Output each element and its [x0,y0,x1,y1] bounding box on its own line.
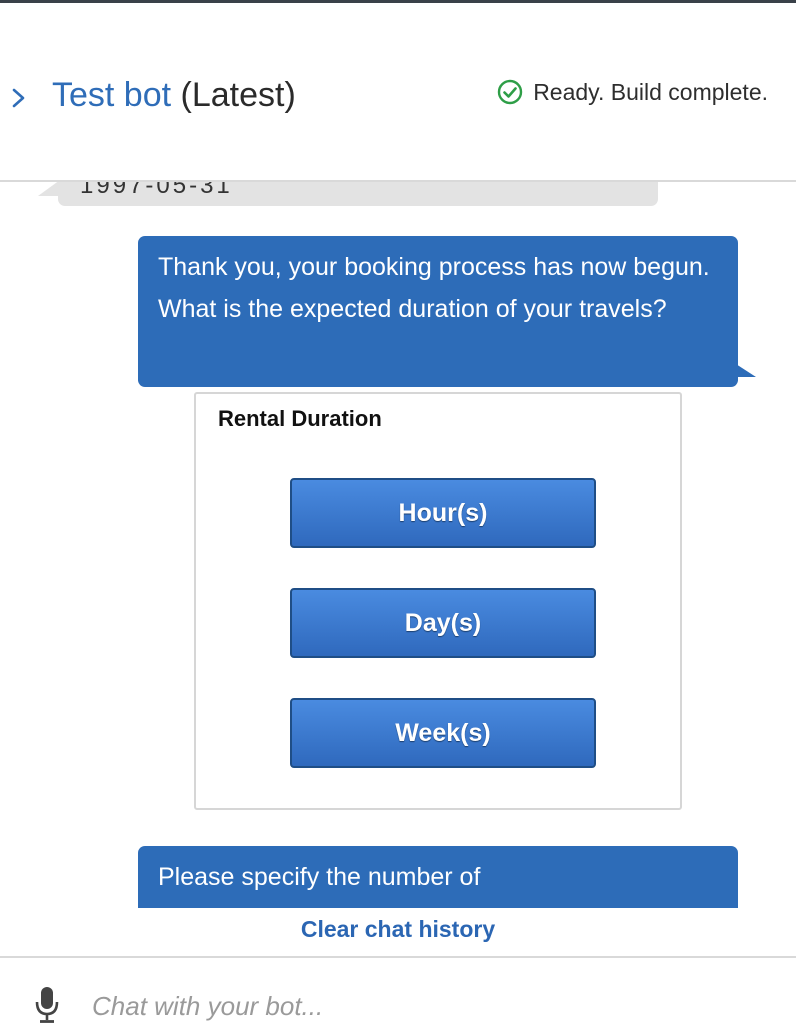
clear-chat-history-link[interactable]: Clear chat history [0,916,796,943]
chat-transcript[interactable]: 1997-05-31 Thank you, your booking proce… [0,182,796,908]
bot-message-text: Thank you, your booking process has now … [158,253,710,323]
check-circle-icon [497,79,523,105]
option-button-hours[interactable]: Hour(s) [290,478,596,548]
panel-title: Test bot (Latest) [52,73,296,117]
response-card-title: Rental Duration [218,406,382,431]
option-button-days[interactable]: Day(s) [290,588,596,658]
bot-name: Test bot [52,76,172,114]
bot-version: (Latest) [180,76,296,114]
previous-user-message: 1997-05-31 [58,182,658,206]
response-card: Rental Duration Hour(s) Day(s) Week(s) [194,392,682,810]
chat-input[interactable] [92,984,772,1028]
test-bot-header: Test bot (Latest) Ready. Build complete. [0,3,796,181]
previous-message-tail [38,182,60,196]
microphone-icon[interactable] [34,986,60,1024]
chevron-right-icon[interactable] [10,87,28,109]
bot-message: Thank you, your booking process has now … [138,236,756,387]
status-text: Ready. Build complete. [533,78,768,105]
bot-message-tail [722,355,756,377]
previous-message-text: 1997-05-31 [80,182,233,199]
bot-message-text: Please specify the number of [158,863,481,891]
option-button-weeks[interactable]: Week(s) [290,698,596,768]
build-status: Ready. Build complete. [497,77,768,107]
bot-message: Please specify the number of [138,846,738,908]
footer-divider [0,956,796,958]
